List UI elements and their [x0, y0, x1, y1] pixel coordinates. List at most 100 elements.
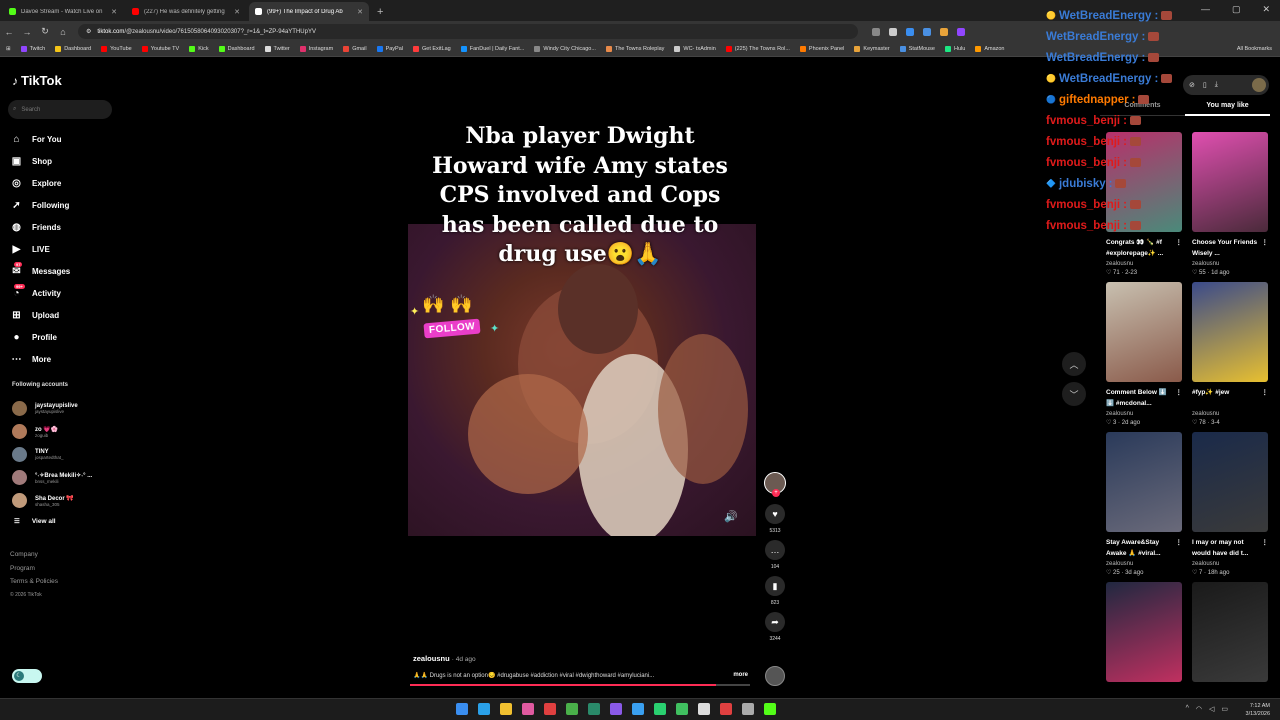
card-author[interactable]: zealousnu: [1192, 261, 1268, 267]
sidebar-item-friends[interactable]: ◍ Friends: [10, 216, 70, 238]
extension-icon[interactable]: [923, 27, 931, 36]
kebab-menu-icon[interactable]: ⋮: [1176, 387, 1183, 409]
bookmark-icon[interactable]: ▮: [765, 576, 785, 596]
following-account[interactable]: °˖✧Brea Mekili✧˖° ... bnss_mekili: [12, 466, 92, 489]
card-author[interactable]: zealousnu: [1192, 411, 1268, 417]
close-tab-icon[interactable]: ✕: [357, 8, 363, 16]
sidebar-item-activity[interactable]: ◔ 99+ Activity: [10, 282, 70, 304]
taskbar-app-icon[interactable]: [456, 703, 468, 715]
browser-tab[interactable]: (99+) The Impact of Drug Ab ✕: [249, 2, 369, 21]
speaker-icon[interactable]: ◁: [1209, 705, 1214, 713]
footer-link[interactable]: Company: [10, 548, 58, 562]
bookmark-item[interactable]: Dashboard: [218, 46, 255, 52]
sidebar-item-explore[interactable]: ◎ Explore: [10, 172, 70, 194]
chat-username[interactable]: giftednapper: [1059, 94, 1129, 106]
comment-icon[interactable]: …: [765, 540, 785, 560]
chat-username[interactable]: WetBreadEnergy: [1059, 73, 1151, 85]
bookmark-item[interactable]: Twitter: [264, 46, 290, 52]
close-window-icon[interactable]: ✕: [1262, 4, 1270, 15]
bookmark-item[interactable]: YouTube: [101, 46, 132, 52]
follow-plus-icon[interactable]: +: [772, 489, 780, 497]
card-author[interactable]: zealousnu: [1106, 561, 1182, 567]
taskbar-app-icon[interactable]: [544, 703, 556, 715]
sidebar-item-live[interactable]: ▶ LIVE: [10, 238, 70, 260]
apps-grid-icon[interactable]: ⊞: [6, 46, 11, 52]
more-button[interactable]: more: [733, 672, 748, 679]
video-card[interactable]: I may or may not would have did t... ⋮ zea…: [1192, 432, 1268, 576]
taskbar-app-icon[interactable]: [764, 703, 776, 715]
extension-icon[interactable]: [940, 27, 948, 36]
volume-icon[interactable]: 🔊: [724, 510, 738, 523]
bookmark-item[interactable]: Dashboard: [55, 46, 91, 52]
wifi-icon[interactable]: ◠: [1196, 705, 1202, 713]
bookmark-item[interactable]: StatMouse: [899, 46, 935, 52]
video-card[interactable]: Stay Aware&Stay Awake 🙏 #viral... ⋮ zealou…: [1106, 432, 1182, 576]
close-tab-icon[interactable]: ✕: [234, 8, 240, 16]
bookmark-item[interactable]: Amazon: [975, 46, 1005, 52]
user-avatar[interactable]: [1252, 78, 1266, 92]
search-input[interactable]: ⌕ Search: [8, 100, 112, 119]
theme-toggle[interactable]: ☾: [12, 669, 42, 683]
chat-username[interactable]: fvmous_benji: [1046, 115, 1120, 127]
battery-icon[interactable]: ▭: [1221, 705, 1228, 713]
taskbar-app-icon[interactable]: [720, 703, 732, 715]
kebab-menu-icon[interactable]: ⋮: [1262, 237, 1269, 259]
view-all-button[interactable]: ☰ View all: [14, 512, 92, 530]
bookmark-item[interactable]: PayPal: [376, 46, 403, 52]
author-avatar[interactable]: +: [764, 472, 786, 497]
new-tab-button[interactable]: +: [377, 6, 383, 18]
taskbar-app-icon[interactable]: [654, 703, 666, 715]
taskbar-app-icon[interactable]: [742, 703, 754, 715]
extension-icon[interactable]: [957, 27, 965, 36]
following-account[interactable]: jaystayupislive jaystayupislive: [12, 397, 92, 420]
taskbar-app-icon[interactable]: [676, 703, 688, 715]
previous-video-button[interactable]: ︿: [1062, 352, 1086, 376]
url-field[interactable]: ⚙ tiktok.com/@zealousnu/video/7615058064…: [78, 24, 858, 39]
sidebar-item-messages[interactable]: ✉ 97 Messages: [10, 260, 70, 282]
video-card[interactable]: [1106, 582, 1182, 682]
forward-icon[interactable]: →: [18, 27, 36, 37]
video-thumbnail[interactable]: [1192, 582, 1268, 682]
back-icon[interactable]: ←: [0, 27, 18, 37]
video-card[interactable]: [1192, 582, 1268, 682]
taskbar-app-icon[interactable]: [632, 703, 644, 715]
extension-icon[interactable]: [906, 27, 914, 36]
chat-username[interactable]: WetBreadEnergy: [1046, 52, 1138, 64]
chat-username[interactable]: fvmous_benji: [1046, 199, 1120, 211]
taskbar-app-icon[interactable]: [566, 703, 578, 715]
sidebar-item-profile[interactable]: ● Profile: [10, 326, 70, 348]
card-author[interactable]: zealousnu: [1106, 411, 1182, 417]
taskbar-app-icon[interactable]: [478, 703, 490, 715]
kebab-menu-icon[interactable]: ⋮: [1176, 237, 1183, 259]
following-account[interactable]: Sha Decor 🎀 shasha_305: [12, 489, 92, 512]
video-card[interactable]: #fyp✨ #jew ⋮ zealousnu ♡ 78 · 3-4: [1192, 282, 1268, 426]
bookmark-item[interactable]: Twitch: [20, 46, 45, 52]
like-icon[interactable]: ♥: [765, 504, 785, 524]
kebab-menu-icon[interactable]: ⋮: [1262, 387, 1269, 409]
video-thumbnail[interactable]: [1192, 432, 1268, 532]
site-info-icon[interactable]: ⚙: [86, 28, 91, 35]
taskbar-app-icon[interactable]: [500, 703, 512, 715]
chat-username[interactable]: fvmous_benji: [1046, 157, 1120, 169]
browser-tab[interactable]: (227) He was definitely getting ✕: [126, 2, 246, 21]
cast-icon[interactable]: [872, 27, 880, 36]
bookmark-item[interactable]: The Towns Roleplay: [605, 46, 664, 52]
chat-username[interactable]: fvmous_benji: [1046, 136, 1120, 148]
taskbar-app-icon[interactable]: [522, 703, 534, 715]
chat-username[interactable]: WetBreadEnergy: [1059, 10, 1151, 22]
footer-link[interactable]: Program: [10, 562, 58, 576]
taskbar-app-icon[interactable]: [588, 703, 600, 715]
close-tab-icon[interactable]: ✕: [111, 8, 117, 16]
video-card[interactable]: Comment Below ⬇️ ⬇️ #mcdonal... ⋮ zealousn…: [1106, 282, 1182, 426]
share-icon[interactable]: ➦: [765, 612, 785, 632]
bookmark-item[interactable]: FanDuel | Daily Fant...: [460, 46, 524, 52]
taskbar-app-icon[interactable]: [698, 703, 710, 715]
sidebar-item-following[interactable]: ➚ Following: [10, 194, 70, 216]
kebab-menu-icon[interactable]: ⋮: [1262, 537, 1269, 559]
video-progress-bar[interactable]: [410, 684, 750, 686]
clock[interactable]: 7:12 AM 3/13/2026: [1246, 702, 1270, 718]
video-thumbnail[interactable]: [1106, 582, 1182, 682]
video-thumbnail[interactable]: [1192, 282, 1268, 382]
chat-username[interactable]: WetBreadEnergy: [1046, 31, 1138, 43]
chat-username[interactable]: fvmous_benji: [1046, 220, 1120, 232]
